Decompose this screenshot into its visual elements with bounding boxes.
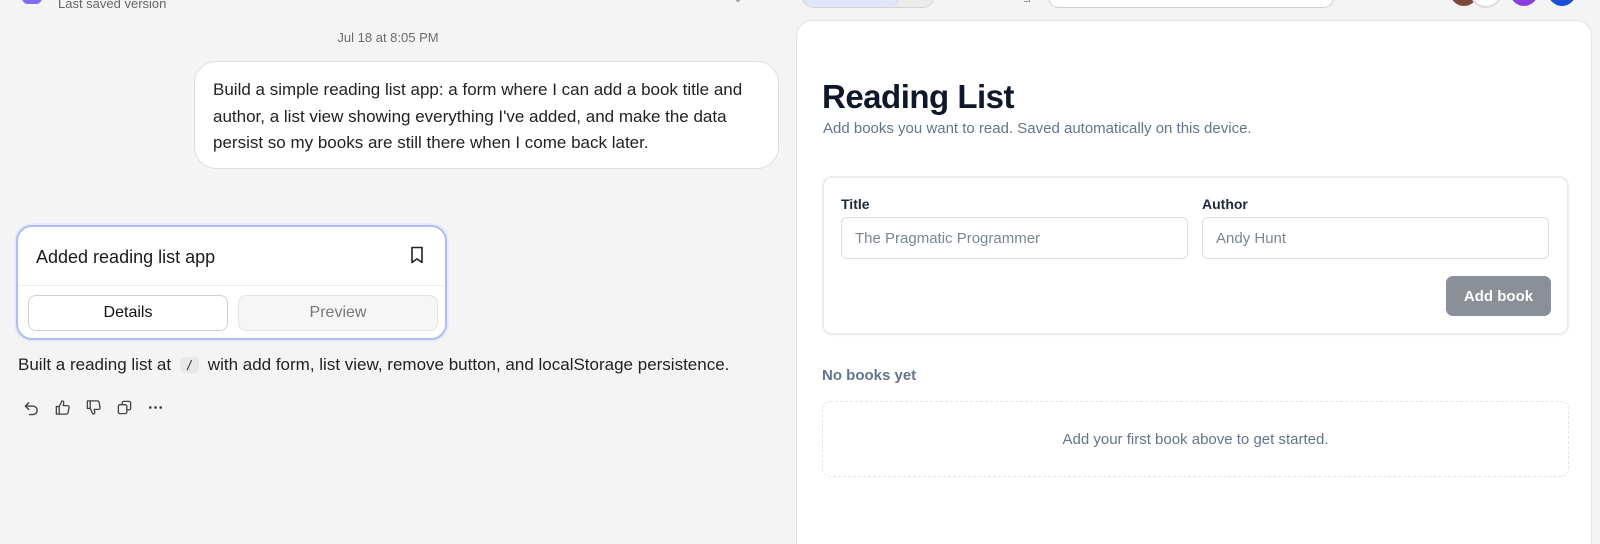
app-root: Last saved version Jul 18 at 8:05 PM Bui… <box>0 0 1600 544</box>
avatar[interactable] <box>1470 0 1502 8</box>
page-title: Reading List <box>822 78 1015 115</box>
view-toggle[interactable] <box>802 0 934 8</box>
author-input[interactable] <box>1202 217 1549 259</box>
avatar[interactable] <box>1508 0 1540 8</box>
tab-details[interactable]: Details <box>28 295 228 331</box>
user-message-bubble: Build a simple reading list app: a form … <box>194 61 779 169</box>
preview-panel: Reading List Add books you want to read.… <box>796 20 1592 544</box>
thumbs-down-icon[interactable] <box>84 398 103 417</box>
route-code: / <box>179 357 200 373</box>
avatar[interactable] <box>1546 0 1578 8</box>
summary-text-after: with add form, list view, remove button,… <box>207 355 730 374</box>
chat-panel: Jul 18 at 8:05 PM Build a simple reading… <box>0 0 796 544</box>
title-input[interactable] <box>841 217 1188 259</box>
tab-preview[interactable]: Preview <box>238 295 438 331</box>
title-label: Title <box>841 196 870 212</box>
thumbs-up-icon[interactable] <box>53 398 72 417</box>
assistant-summary: Built a reading list at / with add form,… <box>18 355 729 375</box>
add-book-form: Title Author Add book <box>822 176 1569 335</box>
summary-text-before: Built a reading list at <box>18 355 172 374</box>
artifact-card[interactable]: Added reading list app Details Preview <box>16 225 447 340</box>
url-bar[interactable] <box>1048 0 1334 8</box>
page-subtitle: Add books you want to read. Saved automa… <box>823 120 1252 137</box>
undo-icon[interactable] <box>22 398 41 417</box>
message-actions <box>22 398 165 418</box>
artifact-title: Added reading list app <box>36 247 216 267</box>
add-book-button[interactable]: Add book <box>1446 276 1551 316</box>
bookmark-icon[interactable] <box>409 246 425 264</box>
list-heading: No books yet <box>822 367 917 384</box>
top-icon[interactable] <box>1024 0 1030 2</box>
message-timestamp: Jul 18 at 8:05 PM <box>337 30 439 45</box>
more-icon[interactable] <box>146 398 165 417</box>
view-toggle-active[interactable] <box>803 0 899 7</box>
artifact-divider <box>18 285 445 286</box>
author-label: Author <box>1202 196 1248 212</box>
empty-state-message: Add your first book above to get started… <box>1062 430 1329 448</box>
copy-icon[interactable] <box>115 398 134 417</box>
empty-state: Add your first book above to get started… <box>822 401 1569 477</box>
